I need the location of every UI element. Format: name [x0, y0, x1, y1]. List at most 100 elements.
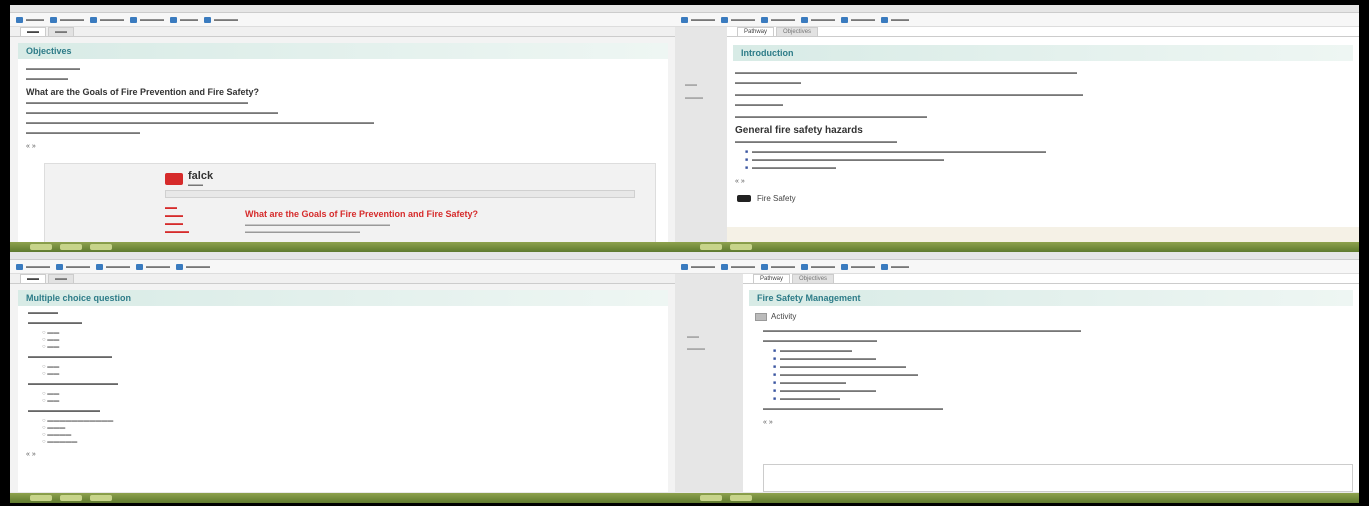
answer-option[interactable]: ○ ▬▬	[42, 364, 644, 370]
page-tabs: ▬▬ ▬▬	[10, 274, 675, 284]
tab-objectives[interactable]: Objectives	[792, 274, 835, 283]
answer-option[interactable]: ○ ▬▬	[42, 344, 644, 350]
nav-buttons[interactable]: « »	[26, 451, 660, 458]
address-bar[interactable]	[675, 252, 1359, 260]
answer-option[interactable]: ○ ▬▬▬	[42, 425, 644, 431]
answer-option[interactable]: ○ ▬▬	[42, 330, 644, 336]
taskbar-button[interactable]	[60, 244, 82, 250]
bookmark-icon	[841, 16, 848, 23]
list-item: ▬▬▬▬▬▬▬▬▬▬▬▬▬▬▬▬▬▬▬▬▬	[773, 363, 1341, 371]
management-list: ▬▬▬▬▬▬▬▬▬▬▬▬ ▬▬▬▬▬▬▬▬▬▬▬▬▬▬▬▬ ▬▬▬▬▬▬▬▬▬▬…	[773, 347, 1341, 403]
tab-objectives[interactable]: ▬▬	[48, 274, 74, 283]
bookmark-icon	[801, 16, 808, 23]
background-window-edge: ▬▬ ▬▬▬	[675, 27, 727, 242]
embedded-nav-bar[interactable]	[165, 190, 635, 198]
answer-option[interactable]: ○ ▬▬▬▬▬	[42, 439, 644, 445]
tab-pathway[interactable]: Pathway	[737, 27, 775, 36]
address-bar[interactable]	[10, 252, 675, 260]
taskbar-button[interactable]	[30, 495, 52, 501]
bookmark-item[interactable]: ▬▬▬▬	[681, 263, 715, 270]
falck-branding: falck ▬▬▬	[165, 170, 213, 188]
answer-option[interactable]: ○ ▬▬	[42, 391, 644, 397]
answer-option[interactable]: ○ ▬▬▬▬	[42, 432, 644, 438]
taskbar-button[interactable]	[700, 495, 722, 501]
bookmark-item[interactable]: ▬▬▬▬	[841, 263, 875, 270]
window-bottom-left: ▬▬▬▬ ▬▬▬▬ ▬▬▬▬ ▬▬▬▬ ▬▬▬▬ ▬▬ ▬▬ Multiple …	[10, 252, 675, 492]
bookmarks-bar: ▬▬▬ ▬▬▬▬ ▬▬▬▬ ▬▬▬▬ ▬▬▬ ▬▬▬▬	[10, 13, 675, 27]
bookmark-icon	[176, 263, 183, 270]
answer-option[interactable]: ○ ▬▬	[42, 337, 644, 343]
content-page: Pathway Objectives Introduction ▬▬▬▬▬▬▬▬…	[727, 27, 1359, 242]
bookmark-item[interactable]: ▬▬▬	[170, 16, 198, 23]
hazards-list: ▬▬▬▬▬▬▬▬▬▬▬▬▬▬▬▬▬▬▬▬▬▬▬▬▬▬▬▬▬▬▬▬▬▬▬▬▬▬▬▬…	[745, 148, 1341, 172]
bookmark-item[interactable]: ▬▬▬▬	[681, 16, 715, 23]
section-title: Introduction	[733, 45, 1353, 61]
bookmark-item[interactable]: ▬▬▬▬	[56, 263, 90, 270]
taskbar-button[interactable]	[60, 495, 82, 501]
bookmark-item[interactable]: ▬▬▬	[881, 263, 909, 270]
bookmarks-bar: ▬▬▬▬ ▬▬▬▬ ▬▬▬▬ ▬▬▬▬ ▬▬▬▬ ▬▬▬	[675, 13, 1359, 27]
bookmark-item[interactable]: ▬▬▬▬	[136, 263, 170, 270]
nav-buttons[interactable]: « »	[763, 419, 1351, 426]
tab-pathway[interactable]: Pathway	[753, 274, 791, 283]
tab-objectives[interactable]: Objectives	[776, 27, 819, 36]
bookmark-icon	[90, 16, 97, 23]
bookmark-item[interactable]: ▬▬▬▬	[761, 263, 795, 270]
list-item: ▬▬▬▬▬▬▬▬▬▬▬▬▬▬▬▬▬▬▬▬▬▬▬▬▬▬▬▬▬▬▬▬▬▬▬▬▬▬▬▬…	[745, 148, 1341, 156]
nav-buttons[interactable]: « »	[735, 178, 1351, 185]
question: ▬▬▬▬▬▬▬▬▬	[28, 320, 82, 326]
taskbar-button[interactable]	[90, 244, 112, 250]
bookmark-icon	[130, 16, 137, 23]
window-bottom-right: ▬▬▬▬ ▬▬▬▬ ▬▬▬▬ ▬▬▬▬ ▬▬▬▬ ▬▬▬ ▬▬ ▬▬▬ Path…	[675, 252, 1359, 492]
tab-pathway[interactable]: ▬▬	[20, 274, 46, 283]
taskbar-button[interactable]	[700, 244, 722, 250]
fire-safety-banner[interactable]: Fire Safety	[727, 191, 1359, 205]
content-page: Objectives ▬▬▬▬▬▬▬▬▬ ▬▬▬▬▬▬▬ What are th…	[18, 43, 668, 242]
bookmark-item[interactable]: ▬▬▬▬	[721, 263, 755, 270]
bookmark-item[interactable]: ▬▬▬▬	[721, 16, 755, 23]
bookmark-item[interactable]: ▬▬▬▬	[16, 263, 50, 270]
bookmark-item[interactable]: ▬▬▬▬	[761, 16, 795, 23]
tab-pathway[interactable]: ▬▬	[20, 27, 46, 36]
subheading: General fire safety hazards	[735, 125, 863, 136]
answer-option[interactable]: ○ ▬▬	[42, 371, 644, 377]
nav-buttons[interactable]: « »	[26, 143, 660, 150]
address-bar[interactable]	[10, 5, 675, 13]
question: ▬▬▬▬▬▬▬▬▬▬▬▬▬▬▬	[28, 381, 118, 387]
taskbar-button[interactable]	[730, 244, 752, 250]
embedded-page: falck ▬▬▬ ▬▬ ▬▬▬ ▬▬▬ ▬▬▬▬ What are the Goal…	[44, 163, 656, 242]
bookmark-item[interactable]: ▬▬▬▬	[841, 16, 875, 23]
bookmark-icon	[841, 263, 848, 270]
taskbar-button[interactable]	[30, 244, 52, 250]
bookmark-item[interactable]: ▬▬▬▬	[96, 263, 130, 270]
bookmark-item[interactable]: ▬▬▬▬	[90, 16, 124, 23]
page-tabs: ▬▬ ▬▬	[10, 27, 675, 37]
page-tabs: Pathway Objectives	[743, 274, 1359, 284]
bookmark-item[interactable]: ▬▬▬	[16, 16, 44, 23]
bookmark-item[interactable]: ▬▬▬	[881, 16, 909, 23]
bookmark-item[interactable]: ▬▬▬▬	[130, 16, 164, 23]
taskbar-button[interactable]	[90, 495, 112, 501]
question: ▬▬▬▬▬	[28, 310, 58, 316]
tab-objectives[interactable]: ▬▬	[48, 27, 74, 36]
taskbar	[10, 493, 1359, 503]
bookmark-item[interactable]: ▬▬▬▬	[801, 263, 835, 270]
window-top-left: ▬▬▬ ▬▬▬▬ ▬▬▬▬ ▬▬▬▬ ▬▬▬ ▬▬▬▬ ▬▬ ▬▬ Object…	[10, 5, 675, 242]
address-bar[interactable]	[675, 5, 1359, 13]
bookmark-icon	[681, 263, 688, 270]
bookmark-icon	[681, 16, 688, 23]
bookmark-item[interactable]: ▬▬▬▬	[204, 16, 238, 23]
bookmark-item[interactable]: ▬▬▬▬	[176, 263, 210, 270]
list-item: ▬▬▬▬▬▬▬▬▬▬▬▬▬▬▬▬	[773, 355, 1341, 363]
list-item: ▬▬▬▬▬▬▬▬▬▬	[773, 395, 1341, 403]
taskbar-button[interactable]	[730, 495, 752, 501]
activity-icon	[755, 312, 767, 321]
bookmark-item[interactable]: ▬▬▬▬	[50, 16, 84, 23]
page-heading: What are the Goals of Fire Prevention an…	[26, 87, 260, 97]
response-textarea[interactable]	[763, 464, 1353, 492]
answer-option[interactable]: ○ ▬▬	[42, 398, 644, 404]
bookmark-item[interactable]: ▬▬▬▬	[801, 16, 835, 23]
content-page: Multiple choice question ▬▬▬▬▬ ▬▬▬▬▬▬▬▬▬…	[18, 290, 668, 492]
answer-option[interactable]: ○ ▬▬▬▬▬▬▬▬▬▬▬	[42, 418, 644, 424]
bookmark-icon	[16, 263, 23, 270]
